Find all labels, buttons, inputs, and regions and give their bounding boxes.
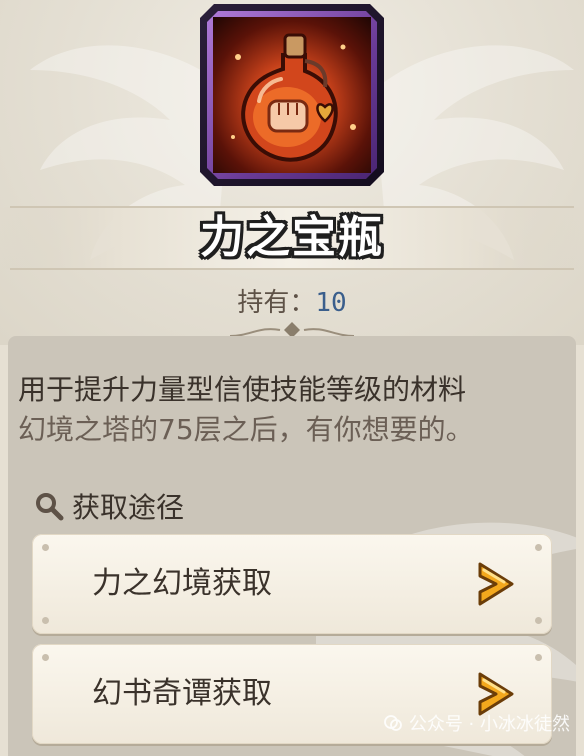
potion-bottle-icon xyxy=(213,17,371,173)
chevron-right-icon xyxy=(478,562,514,606)
item-icon-frame xyxy=(200,4,384,186)
description-line-2: 幻境之塔的75层之后，有你想要的。 xyxy=(18,413,474,446)
account-watermark: 公众号 · 小冰冰徒然 xyxy=(383,710,570,736)
owned-label: 持有： xyxy=(237,288,316,318)
item-description: 用于提升力量型信使技能等级的材料 幻境之塔的75层之后，有你想要的。 xyxy=(18,370,578,450)
source-label: 力之幻境获取 xyxy=(92,566,272,601)
search-icon xyxy=(36,493,64,521)
sources-header-label: 获取途径 xyxy=(72,491,185,524)
wechat-icon xyxy=(383,715,402,731)
watermark-text: 公众号 · 小冰冰徒然 xyxy=(408,714,570,735)
source-button-power-realm[interactable]: 力之幻境获取 xyxy=(32,534,552,634)
owned-count-row: 持有：10 xyxy=(0,282,584,319)
source-label: 幻书奇谭获取 xyxy=(92,676,272,711)
owned-count: 10 xyxy=(315,288,347,318)
sources-header: 获取途径 xyxy=(34,488,184,524)
description-line-1: 用于提升力量型信使技能等级的材料 xyxy=(18,373,467,406)
item-name: 力之宝瓶 xyxy=(200,212,384,263)
